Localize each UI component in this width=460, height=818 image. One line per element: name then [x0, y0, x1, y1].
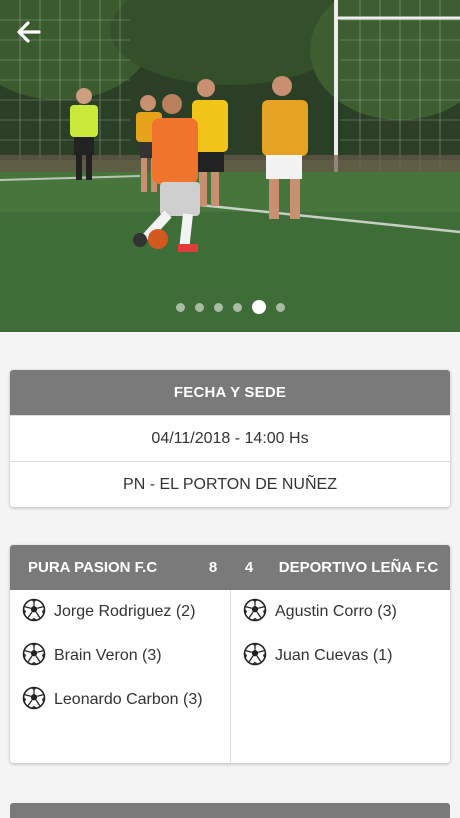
home-score: 8: [208, 559, 218, 576]
match-location: PN - EL PORTON DE NUÑEZ: [10, 461, 450, 507]
carousel-dot[interactable]: [175, 302, 185, 312]
away-score: 4: [244, 559, 254, 576]
scorer-item: Juan Cuevas (1): [243, 642, 440, 669]
match-photo: [0, 0, 460, 332]
scorer-item: Brain Veron (3): [22, 642, 220, 669]
soccer-ball-icon: [22, 686, 46, 710]
back-button[interactable]: [16, 20, 48, 52]
home-scorers: Jorge Rodriguez (2) Brain Veron (3) Leon…: [10, 590, 230, 763]
match-card: PURA PASION F.C 8 4 DEPORTIVO LEÑA F.C J…: [10, 545, 450, 763]
soccer-ball-icon: [243, 642, 267, 666]
venue-card: FECHA Y SEDE 04/11/2018 - 14:00 Hs PN - …: [10, 370, 450, 507]
scorer-item: Jorge Rodriguez (2): [22, 598, 220, 625]
away-team-name: DEPORTIVO LEÑA F.C: [278, 558, 439, 576]
soccer-ball-icon: [243, 598, 267, 622]
scorer-item: Agustin Corro (3): [243, 598, 440, 625]
carousel-dot[interactable]: [232, 302, 242, 312]
carousel-dot[interactable]: [275, 302, 285, 312]
soccer-ball-icon: [22, 642, 46, 666]
carousel-indicators: [0, 300, 460, 314]
soccer-ball-icon: [22, 598, 46, 622]
scorers-table: Jorge Rodriguez (2) Brain Veron (3) Leon…: [10, 590, 450, 763]
arrow-left-icon: [17, 21, 41, 43]
match-photo-carousel[interactable]: [0, 0, 460, 332]
home-team-name: PURA PASION F.C: [28, 559, 158, 576]
carousel-dot[interactable]: [194, 302, 204, 312]
away-scorers: Agustin Corro (3) Juan Cuevas (1): [230, 590, 450, 763]
scoreboard: PURA PASION F.C 8 4 DEPORTIVO LEÑA F.C: [10, 545, 450, 590]
venue-header: FECHA Y SEDE: [10, 370, 450, 415]
next-card-header: [10, 803, 450, 818]
match-datetime: 04/11/2018 - 14:00 Hs: [10, 415, 450, 461]
carousel-dot[interactable]: [213, 302, 223, 312]
scorer-item: Leonardo Carbon (3): [22, 686, 220, 713]
carousel-dot-active[interactable]: [251, 300, 266, 314]
